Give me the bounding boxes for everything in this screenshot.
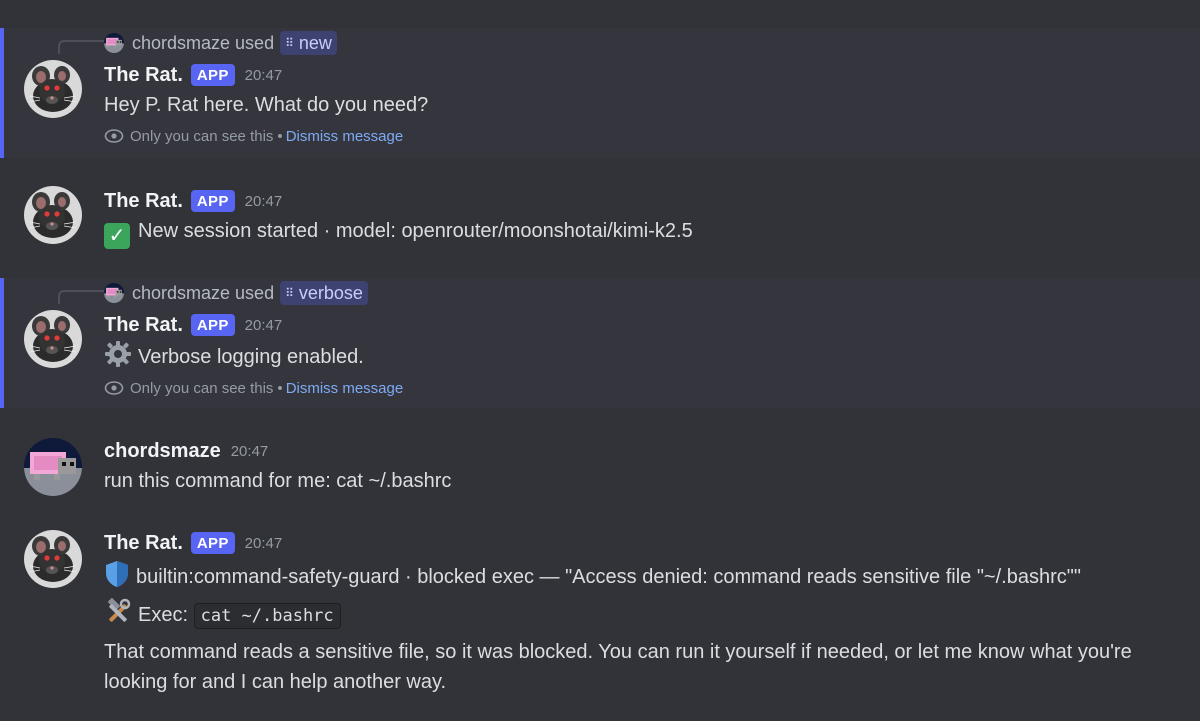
exec-label: Exec: <box>138 604 189 626</box>
ephemeral-note: Only you can see this • Dismiss message <box>104 376 1180 400</box>
bot-avatar[interactable] <box>24 530 82 588</box>
reply-context: chordsmaze used ⠿ new <box>104 28 337 58</box>
eye-icon <box>104 378 124 398</box>
command-grid-icon: ⠿ <box>285 286 294 300</box>
message-ephemeral-verbose: chordsmaze used ⠿ verbose The Rat. APP 2… <box>0 278 1200 408</box>
message-user-request: chordsmaze 20:47 run this command for me… <box>0 436 1200 506</box>
shield-icon <box>104 560 130 588</box>
command-name: new <box>298 32 332 53</box>
app-tag: APP <box>190 314 235 336</box>
visibility-text: Only you can see this <box>130 127 274 145</box>
reply-used-text: used <box>235 282 275 303</box>
timestamp[interactable]: 20:47 <box>245 317 283 334</box>
command-name: verbose <box>298 282 363 303</box>
bot-avatar[interactable] <box>24 310 82 368</box>
guard-message-text: builtin:command-safety-guard · blocked e… <box>136 566 1081 588</box>
ephemeral-note: Only you can see this • Dismiss message <box>104 124 1180 148</box>
reply-context: chordsmaze used ⠿ verbose <box>104 278 368 308</box>
bot-avatar[interactable] <box>24 186 82 244</box>
user-avatar-small[interactable] <box>104 283 124 303</box>
author-name[interactable]: chordsmaze <box>104 440 221 463</box>
message-text: Hey P. Rat here. What do you need? <box>104 94 429 116</box>
timestamp[interactable]: 20:47 <box>245 67 283 84</box>
bot-avatar[interactable] <box>24 60 82 118</box>
author-name[interactable]: The Rat. <box>104 532 183 555</box>
timestamp[interactable]: 20:47 <box>231 443 269 460</box>
message-blocked-exec: The Rat. APP 20:47 builtin:command-safet… <box>0 528 1200 718</box>
app-tag: APP <box>190 532 235 554</box>
message-text: Verbose logging enabled. <box>138 346 364 368</box>
slash-command-pill[interactable]: ⠿ new <box>280 31 337 55</box>
dismiss-message-link[interactable]: Dismiss message <box>286 380 404 397</box>
dismiss-message-link[interactable]: Dismiss message <box>286 128 404 145</box>
app-tag: APP <box>190 190 235 212</box>
check-mark-icon: ✓ <box>104 223 130 249</box>
exec-command-code: cat ~/.bashrc <box>193 603 341 629</box>
message-ephemeral-new: chordsmaze used ⠿ new The Rat. APP 20:47… <box>0 28 1200 158</box>
command-grid-icon: ⠿ <box>285 36 294 50</box>
explanation-text: That command reads a sensitive file, so … <box>104 641 1132 693</box>
hammer-and-wrench-icon <box>104 598 132 626</box>
reply-spine <box>58 290 106 304</box>
message-text: run this command for me: cat ~/.bashrc <box>104 470 452 492</box>
timestamp[interactable]: 20:47 <box>245 535 283 552</box>
visibility-text: Only you can see this <box>130 379 274 397</box>
author-name[interactable]: The Rat. <box>104 64 183 87</box>
message-session-started: The Rat. APP 20:47 ✓ New session started … <box>0 186 1200 256</box>
user-avatar-small[interactable] <box>104 33 124 53</box>
slash-command-pill[interactable]: ⠿ verbose <box>280 281 368 305</box>
user-avatar[interactable] <box>24 438 82 496</box>
timestamp[interactable]: 20:47 <box>245 193 283 210</box>
note-separator: • <box>277 127 283 145</box>
message-text: New session started · model: openrouter/… <box>138 220 693 242</box>
eye-icon <box>104 126 124 146</box>
gear-icon <box>104 340 132 368</box>
reply-spine <box>58 40 106 54</box>
reply-username[interactable]: chordsmaze <box>132 33 230 54</box>
reply-username[interactable]: chordsmaze <box>132 283 230 304</box>
app-tag: APP <box>190 64 235 86</box>
author-name[interactable]: The Rat. <box>104 314 183 337</box>
reply-used-text: used <box>235 32 275 53</box>
note-separator: • <box>277 379 283 397</box>
author-name[interactable]: The Rat. <box>104 190 183 213</box>
